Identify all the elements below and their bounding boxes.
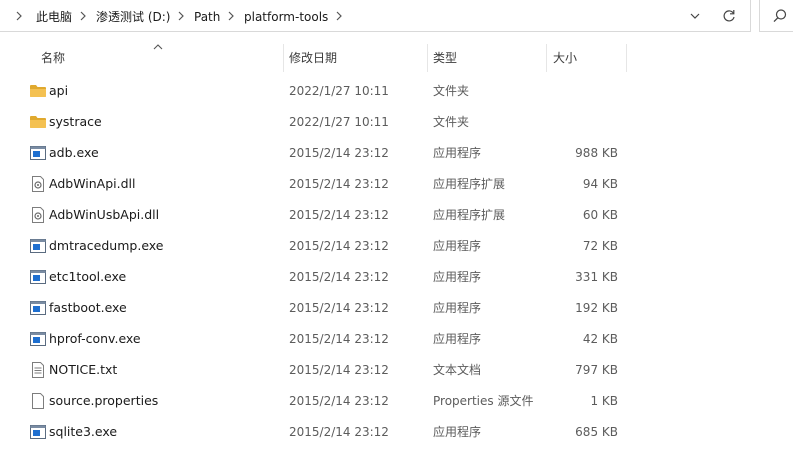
- column-header-date[interactable]: 修改日期: [289, 44, 337, 72]
- file-row[interactable]: api 2022/1/27 10:11 文件夹: [0, 76, 793, 107]
- file-modified-date: 2015/2/14 23:12: [289, 146, 389, 160]
- dll-icon: [29, 176, 47, 192]
- breadcrumb-path[interactable]: Path: [194, 9, 220, 25]
- application-icon: [29, 238, 47, 254]
- file-name[interactable]: api: [49, 83, 68, 99]
- chevron-right-icon[interactable]: [78, 9, 88, 23]
- column-divider[interactable]: [626, 44, 627, 72]
- breadcrumb-platform-tools[interactable]: platform-tools: [244, 9, 328, 25]
- file-size: 685 KB: [575, 425, 618, 439]
- application-icon: [29, 424, 47, 440]
- text-file-icon: [29, 362, 47, 378]
- file-size: 94 KB: [582, 177, 618, 191]
- column-header-size[interactable]: 大小: [553, 44, 577, 72]
- application-icon: [29, 300, 47, 316]
- file-type: 应用程序: [433, 332, 482, 346]
- file-type: 应用程序扩展: [433, 177, 506, 191]
- file-modified-date: 2022/1/27 10:11: [289, 84, 389, 98]
- file-row[interactable]: AdbWinApi.dll 2015/2/14 23:12 应用程序扩展 94 KB: [0, 169, 793, 200]
- file-name[interactable]: NOTICE.txt: [49, 362, 117, 378]
- file-type: 应用程序: [433, 146, 482, 160]
- file-name[interactable]: AdbWinApi.dll: [49, 176, 136, 192]
- file-modified-date: 2015/2/14 23:12: [289, 270, 389, 284]
- file-name[interactable]: systrace: [49, 114, 102, 130]
- column-header-type[interactable]: 类型: [433, 44, 457, 72]
- file-modified-date: 2015/2/14 23:12: [289, 239, 389, 253]
- application-icon: [29, 331, 47, 347]
- file-modified-date: 2015/2/14 23:12: [289, 177, 389, 191]
- file-name[interactable]: hprof-conv.exe: [49, 331, 141, 347]
- file-name[interactable]: etc1tool.exe: [49, 269, 126, 285]
- application-icon: [29, 269, 47, 285]
- column-header-name[interactable]: 名称: [41, 44, 65, 72]
- file-size: 797 KB: [575, 363, 618, 377]
- chevron-right-icon[interactable]: [14, 9, 24, 23]
- file-row[interactable]: etc1tool.exe 2015/2/14 23:12 应用程序 331 KB: [0, 262, 793, 293]
- file-type: 应用程序: [433, 425, 482, 439]
- file-type: 应用程序: [433, 239, 482, 253]
- folder-icon: [29, 83, 47, 99]
- file-size: 988 KB: [575, 146, 618, 160]
- file-size: 72 KB: [582, 239, 618, 253]
- file-row[interactable]: adb.exe 2015/2/14 23:12 应用程序 988 KB: [0, 138, 793, 169]
- file-name[interactable]: adb.exe: [49, 145, 99, 161]
- file-type: 文件夹: [433, 115, 470, 129]
- search-box[interactable]: [759, 0, 793, 32]
- breadcrumb-drive[interactable]: 渗透测试 (D:): [96, 9, 170, 25]
- address-bar[interactable]: 此电脑 渗透测试 (D:) Path platform-tools: [0, 0, 751, 32]
- file-type: 应用程序: [433, 270, 482, 284]
- file-size: 1 KB: [590, 394, 618, 408]
- file-name[interactable]: dmtracedump.exe: [49, 238, 164, 254]
- folder-icon: [29, 114, 47, 130]
- column-divider[interactable]: [427, 44, 428, 72]
- file-size: 60 KB: [582, 208, 618, 222]
- file-type: 文件夹: [433, 84, 470, 98]
- file-row[interactable]: NOTICE.txt 2015/2/14 23:12 文本文档 797 KB: [0, 355, 793, 386]
- file-row[interactable]: sqlite3.exe 2015/2/14 23:12 应用程序 685 KB: [0, 417, 793, 448]
- column-divider[interactable]: [546, 44, 547, 72]
- file-type: 应用程序扩展: [433, 208, 506, 222]
- file-modified-date: 2015/2/14 23:12: [289, 301, 389, 315]
- file-modified-date: 2015/2/14 23:12: [289, 425, 389, 439]
- file-name[interactable]: fastboot.exe: [49, 300, 127, 316]
- file-modified-date: 2022/1/27 10:11: [289, 115, 389, 129]
- file-modified-date: 2015/2/14 23:12: [289, 208, 389, 222]
- file-row[interactable]: systrace 2022/1/27 10:11 文件夹: [0, 107, 793, 138]
- file-type: 文本文档: [433, 363, 482, 377]
- chevron-right-icon[interactable]: [334, 9, 344, 23]
- chevron-right-icon[interactable]: [176, 9, 186, 23]
- file-row[interactable]: fastboot.exe 2015/2/14 23:12 应用程序 192 KB: [0, 293, 793, 324]
- file-modified-date: 2015/2/14 23:12: [289, 394, 389, 408]
- chevron-down-icon[interactable]: [688, 9, 702, 23]
- search-icon: [773, 9, 787, 23]
- file-modified-date: 2015/2/14 23:12: [289, 363, 389, 377]
- refresh-icon[interactable]: [721, 7, 737, 25]
- file-modified-date: 2015/2/14 23:12: [289, 332, 389, 346]
- dll-icon: [29, 207, 47, 223]
- breadcrumb-this-pc[interactable]: 此电脑: [36, 9, 72, 25]
- file-size: 42 KB: [582, 332, 618, 346]
- file-type: Properties 源文件: [433, 394, 534, 408]
- sort-ascending-icon: [153, 44, 163, 50]
- file-name[interactable]: sqlite3.exe: [49, 424, 117, 440]
- file-name[interactable]: source.properties: [49, 393, 158, 409]
- file-name[interactable]: AdbWinUsbApi.dll: [49, 207, 159, 223]
- file-type: 应用程序: [433, 301, 482, 315]
- file-row[interactable]: dmtracedump.exe 2015/2/14 23:12 应用程序 72 KB: [0, 231, 793, 262]
- chevron-right-icon[interactable]: [226, 9, 236, 23]
- file-icon: [29, 393, 47, 409]
- file-row[interactable]: AdbWinUsbApi.dll 2015/2/14 23:12 应用程序扩展 60 …: [0, 200, 793, 231]
- file-row[interactable]: hprof-conv.exe 2015/2/14 23:12 应用程序 42 KB: [0, 324, 793, 355]
- address-toolbar: 此电脑 渗透测试 (D:) Path platform-tools: [0, 0, 793, 34]
- application-icon: [29, 145, 47, 161]
- file-size: 331 KB: [575, 270, 618, 284]
- file-size: 192 KB: [575, 301, 618, 315]
- column-divider[interactable]: [283, 44, 284, 72]
- file-row[interactable]: source.properties 2015/2/14 23:12 Properti…: [0, 386, 793, 417]
